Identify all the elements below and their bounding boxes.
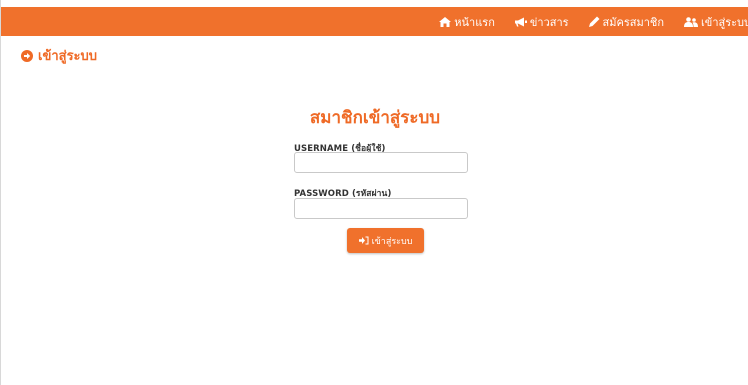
users-icon: [684, 16, 699, 27]
nav-item-label: สมัครสมาชิก: [602, 15, 665, 29]
pencil-icon: [588, 16, 600, 27]
password-input[interactable]: [294, 198, 468, 219]
nav-item-register[interactable]: สมัครสมาชิก: [588, 13, 665, 31]
login-button[interactable]: เข้าสู่ระบบ: [347, 228, 424, 253]
nav-item-home[interactable]: หน้าแรก: [439, 13, 495, 31]
home-icon: [439, 16, 452, 27]
nav-item-label: เข้าสู่ระบบ: [701, 15, 748, 29]
login-button-label: เข้าสู่ระบบ: [371, 236, 413, 247]
sign-in-icon: [358, 236, 369, 245]
nav-item-label: ข่าวสาร: [529, 15, 569, 29]
nav-item-news[interactable]: ข่าวสาร: [514, 13, 569, 31]
login-form-heading: สมาชิกเข้าสู่ระบบ: [309, 108, 441, 128]
page-title: เข้าสู่ระบบ: [21, 45, 97, 66]
nav-item-label: หน้าแรก: [454, 15, 495, 29]
bullhorn-icon: [514, 17, 527, 26]
username-input[interactable]: [294, 152, 468, 173]
nav-item-login[interactable]: เข้าสู่ระบบ: [684, 13, 748, 31]
arrow-circle-right-icon: [21, 49, 33, 62]
top-navbar: หน้าแรก ข่าวสาร สมัครสมาชิก เข้าสู่ระบบ: [1, 7, 748, 36]
page-frame: หน้าแรก ข่าวสาร สมัครสมาชิก เข้าสู่ระบบ: [0, 0, 748, 385]
page-title-text: เข้าสู่ระบบ: [38, 49, 98, 64]
